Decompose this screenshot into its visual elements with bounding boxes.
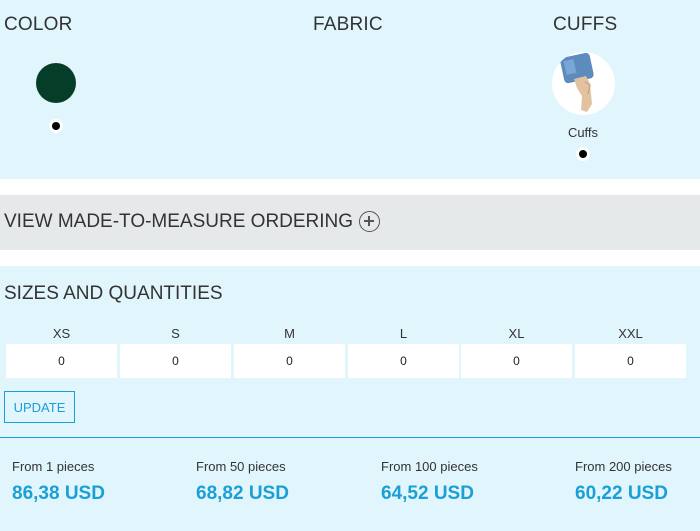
sizes-title: SIZES AND QUANTITIES <box>4 283 223 304</box>
quantity-input-l[interactable] <box>348 344 459 378</box>
size-header-xs: XS <box>52 326 71 341</box>
price-tier-label: From 100 pieces <box>381 459 478 474</box>
color-swatch-dark-green[interactable] <box>36 63 76 103</box>
cuff-image-icon <box>560 52 594 112</box>
price-tier-value: 60,22 USD <box>575 483 668 504</box>
price-tier-label: From 50 pieces <box>196 459 286 474</box>
cuff-option-thumbnail[interactable] <box>552 52 615 115</box>
price-tier-label: From 1 pieces <box>12 459 95 474</box>
fabric-title: FABRIC <box>313 14 383 35</box>
quantity-input-xxl[interactable] <box>575 344 686 378</box>
price-tier-value: 68,82 USD <box>196 483 289 504</box>
size-header-s: S <box>171 326 180 341</box>
quantity-input-m[interactable] <box>234 344 345 378</box>
quantity-input-xs[interactable] <box>6 344 117 378</box>
price-tier-value: 64,52 USD <box>381 483 474 504</box>
size-header-xxl: XXL <box>618 326 643 341</box>
cuff-selected-indicator <box>576 147 590 161</box>
cuffs-title: CUFFS <box>553 14 618 35</box>
section-spacer <box>0 179 700 195</box>
pricing-divider <box>0 437 700 438</box>
price-tier-label: From 200 pieces <box>575 459 672 474</box>
made-to-measure-toggle[interactable]: VIEW MADE-TO-MEASURE ORDERING <box>0 195 700 250</box>
quantity-input-s[interactable] <box>120 344 231 378</box>
cuff-option-label: Cuffs <box>567 125 599 140</box>
quantity-input-xl[interactable] <box>461 344 572 378</box>
color-title: COLOR <box>4 14 73 35</box>
product-options-panel: COLOR FABRIC CUFFS Cuffs <box>0 0 700 179</box>
sizes-quantities-panel: SIZES AND QUANTITIES XS S M L XL XXL UPD… <box>0 266 700 531</box>
made-to-measure-label: VIEW MADE-TO-MEASURE ORDERING <box>4 211 354 232</box>
size-header-l: L <box>399 326 408 341</box>
price-tier-value: 86,38 USD <box>12 483 105 504</box>
color-selected-indicator <box>49 119 63 133</box>
plus-circle-icon[interactable] <box>359 211 380 232</box>
size-header-xl: XL <box>508 326 525 341</box>
update-button[interactable]: UPDATE <box>4 391 75 423</box>
size-header-m: M <box>284 326 295 341</box>
section-spacer <box>0 250 700 266</box>
